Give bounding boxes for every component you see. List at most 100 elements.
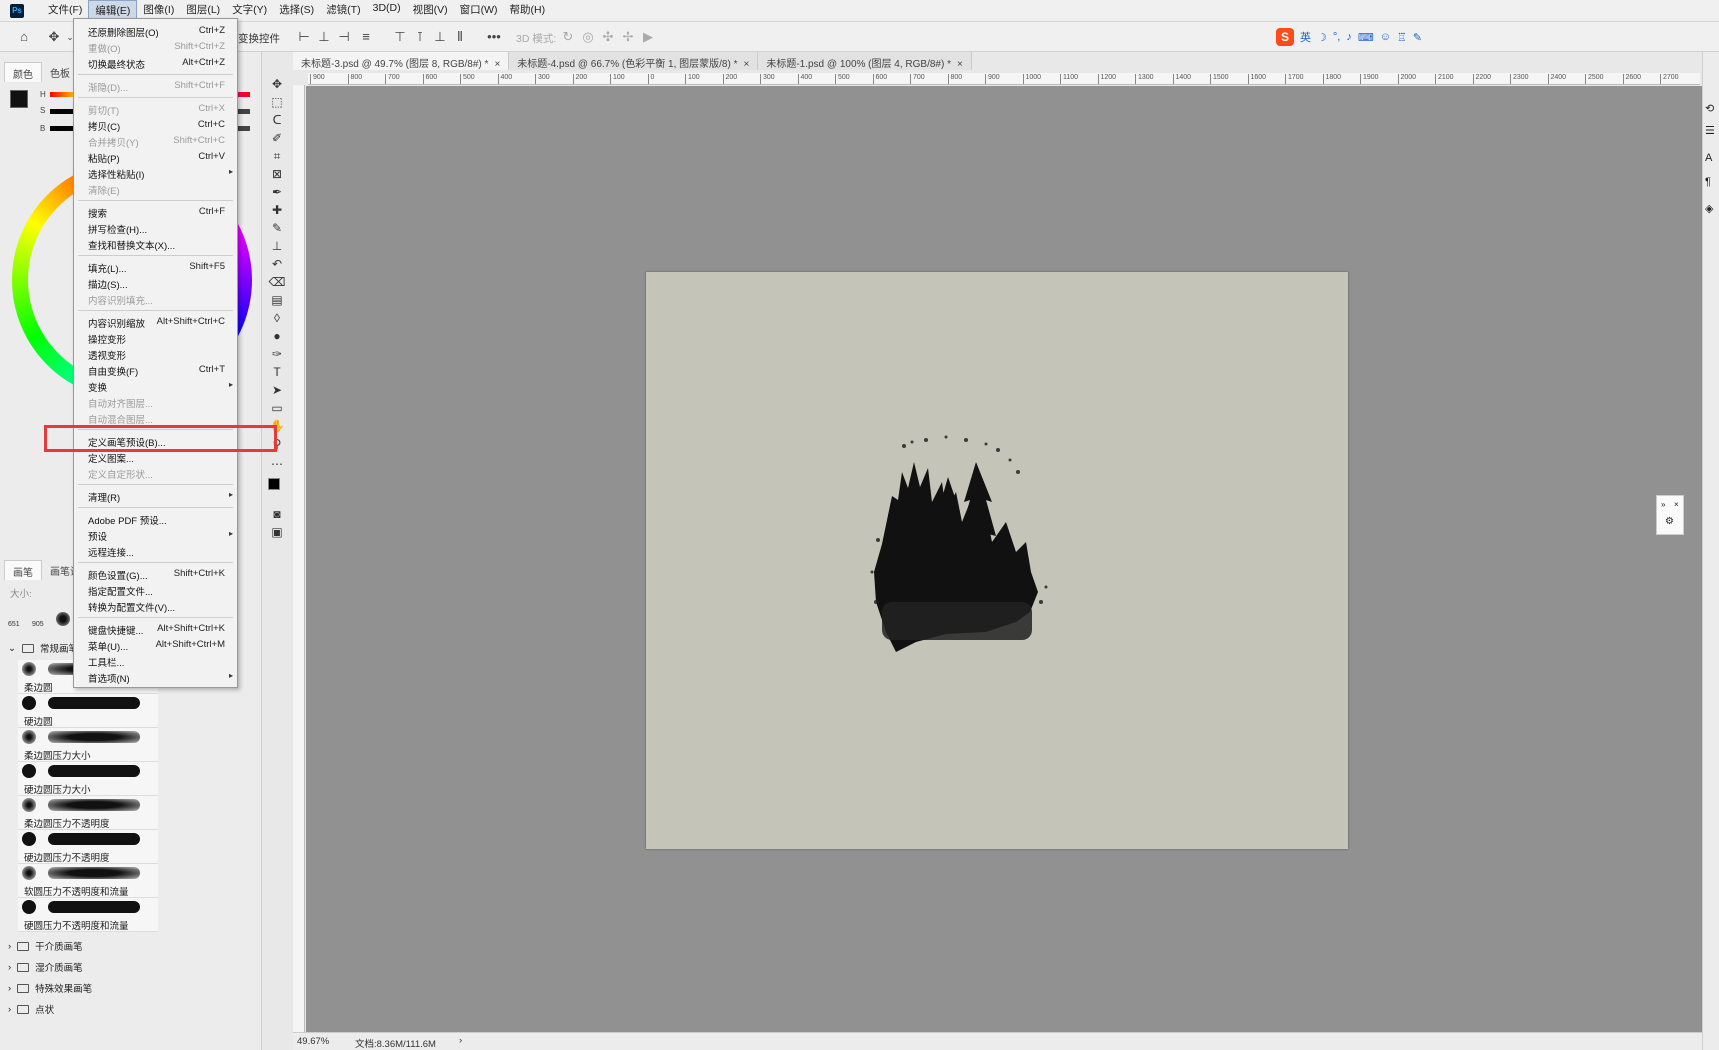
status-arrow-icon[interactable]: › [459, 1035, 462, 1046]
menu-item[interactable]: 自由变换(F) Ctrl+T [74, 362, 237, 378]
canvas-area[interactable] [306, 86, 1702, 1032]
ime-language-toggle[interactable]: 英 [1300, 29, 1311, 45]
screen-mode-icon[interactable]: ▣ [268, 523, 286, 541]
doc-tab-0[interactable]: 未标题-3.psd @ 49.7% (图层 8, RGB/8#) * × [293, 52, 510, 70]
wrench-icon[interactable]: ✎ [1413, 31, 1422, 44]
menu-item[interactable]: 指定配置文件... [74, 582, 237, 598]
dodge-tool-icon[interactable]: ● [268, 327, 286, 345]
menu-5[interactable]: 选择(S) [273, 0, 320, 21]
menu-item[interactable]: Adobe PDF 预设... [74, 511, 237, 527]
brush-preset-item[interactable]: 柔边圆压力大小 [18, 728, 158, 762]
distribute-vertical-icon[interactable]: ⦀ [452, 29, 468, 45]
photoshop-logo-icon[interactable]: Ps [10, 3, 24, 18]
brush-folder[interactable]: › 特殊效果画笔 [8, 978, 248, 998]
doc-tab-1[interactable]: 未标题-4.psd @ 66.7% (色彩平衡 1, 图层蒙版/8) * × [509, 52, 759, 70]
brush-preset-item[interactable]: 柔边圆压力不透明度 [18, 796, 158, 830]
zoom-level[interactable]: 49.67% [297, 1036, 329, 1047]
expand-icon[interactable]: » [1661, 500, 1665, 509]
menu-item[interactable]: 转换为配置文件(V)... [74, 598, 237, 614]
eyedropper-tool-icon[interactable]: ✒ [268, 183, 286, 201]
lasso-tool-icon[interactable]: ᑕ [268, 111, 286, 129]
menu-item[interactable]: 拷贝(C) Ctrl+C [74, 117, 237, 133]
brush-preset-item[interactable]: 软圆压力不透明度和流量 [18, 864, 158, 898]
menu-item[interactable]: 键盘快捷键... Alt+Shift+Ctrl+K [74, 621, 237, 637]
skin-icon[interactable]: ♖ [1397, 31, 1407, 44]
history-icon[interactable]: ⟲ [1705, 102, 1714, 115]
paragraph-icon[interactable]: ¶ [1705, 176, 1711, 188]
close-icon[interactable]: × [743, 59, 749, 70]
brush-preset-item[interactable]: 硬边圆 [18, 694, 158, 728]
3d-pan-icon[interactable]: ✣ [600, 29, 616, 45]
menu-9[interactable]: 窗口(W) [454, 0, 504, 21]
brush-preset-905[interactable]: 905 [32, 610, 48, 630]
menu-item[interactable]: 粘贴(P) Ctrl+V [74, 149, 237, 165]
healing-tool-icon[interactable]: ✚ [268, 201, 286, 219]
menu-item[interactable]: 预设 ▸ [74, 527, 237, 543]
3d-camera-icon[interactable]: ▶ [640, 29, 656, 45]
quick-select-tool-icon[interactable]: ✐ [268, 129, 286, 147]
brush-folder[interactable]: › 湿介质画笔 [8, 957, 248, 977]
brush-preset-item[interactable]: 硬边圆压力不透明度 [18, 830, 158, 864]
menu-item[interactable]: 选择性粘贴(I) ▸ [74, 165, 237, 181]
properties-icon[interactable]: ⚙ [1665, 516, 1674, 527]
brush-preset-item[interactable]: 硬边圆压力大小 [18, 762, 158, 796]
keyboard-icon[interactable]: ⌨ [1358, 31, 1374, 44]
sogou-logo-icon[interactable]: S [1276, 28, 1294, 46]
tab-brushes[interactable]: 画笔 [4, 560, 42, 580]
align-middle-icon[interactable]: ⊺ [412, 29, 428, 45]
close-icon[interactable]: × [957, 59, 963, 70]
menu-item[interactable]: 远程连接... [74, 543, 237, 559]
align-bottom-icon[interactable]: ⊥ [432, 29, 448, 45]
more-tools-icon[interactable]: ⋯ [268, 455, 286, 473]
home-icon[interactable]: ⌂ [16, 29, 32, 45]
3d-roll-icon[interactable]: ◎ [580, 29, 596, 45]
menu-7[interactable]: 3D(D) [367, 0, 407, 21]
menu-item[interactable]: 菜单(U)... Alt+Shift+Ctrl+M [74, 637, 237, 653]
3d-icon[interactable]: ◈ [1705, 202, 1713, 215]
menu-item[interactable]: 操控变形 [74, 330, 237, 346]
align-left-icon[interactable]: ⊢ [296, 29, 312, 45]
shape-tool-icon[interactable]: ▭ [268, 399, 286, 417]
history-brush-tool-icon[interactable]: ↶ [268, 255, 286, 273]
brush-preset-item[interactable]: 硬圆压力不透明度和流量 [18, 898, 158, 932]
menu-item[interactable]: 清理(R) ▸ [74, 488, 237, 504]
punctuation-icon[interactable]: °, [1333, 31, 1340, 43]
distribute-icon[interactable]: ≡ [358, 29, 374, 45]
pen-tool-icon[interactable]: ✑ [268, 345, 286, 363]
brush-preset-soft[interactable] [56, 612, 70, 626]
align-top-icon[interactable]: ⊤ [392, 29, 408, 45]
eraser-tool-icon[interactable]: ⌫ [268, 273, 286, 291]
brush-tool-icon[interactable]: ✎ [268, 219, 286, 237]
tab-color[interactable]: 颜色 [4, 62, 42, 82]
microphone-icon[interactable]: ♪ [1346, 31, 1352, 43]
menu-item[interactable]: 内容识别缩放 Alt+Shift+Ctrl+C [74, 314, 237, 330]
3d-slide-icon[interactable]: ✢ [620, 29, 636, 45]
moon-icon[interactable]: ☽ [1317, 31, 1327, 44]
crop-tool-icon[interactable]: ⌗ [268, 147, 286, 165]
menu-10[interactable]: 帮助(H) [504, 0, 552, 21]
move-tool-icon[interactable]: ✥ [46, 29, 62, 45]
align-right-icon[interactable]: ⊣ [336, 29, 352, 45]
menu-item[interactable]: 切换最终状态 Alt+Ctrl+Z [74, 55, 237, 71]
character-icon[interactable]: A [1705, 152, 1712, 164]
properties-icon[interactable]: ☰ [1705, 124, 1715, 137]
menu-6[interactable]: 滤镜(T) [320, 0, 366, 21]
brush-folder[interactable]: › 干介质画笔 [8, 936, 248, 956]
close-icon[interactable]: × [494, 59, 500, 70]
doc-tab-2[interactable]: 未标题-1.psd @ 100% (图层 4, RGB/8#) * × [758, 52, 972, 70]
foreground-color-swatch[interactable] [10, 90, 28, 108]
transform-controls-label[interactable]: 变换控件 [238, 31, 280, 46]
align-center-icon[interactable]: ⊥ [316, 29, 332, 45]
menu-item[interactable]: 搜索 Ctrl+F [74, 204, 237, 220]
menu-item[interactable]: 变换 ▸ [74, 378, 237, 394]
menu-item[interactable]: 首选项(N) ▸ [74, 669, 237, 685]
user-icon[interactable]: ☺ [1380, 31, 1391, 43]
close-icon[interactable]: × [1674, 500, 1679, 509]
menu-item[interactable]: 描边(S)... [74, 275, 237, 291]
foreground-color-icon[interactable] [268, 478, 280, 490]
move-tool-icon[interactable]: ✥ [268, 75, 286, 93]
brush-preset-651[interactable]: 651 [8, 610, 24, 630]
3d-orbit-icon[interactable]: ↻ [560, 29, 576, 45]
more-options-icon[interactable]: ••• [486, 29, 502, 45]
marquee-tool-icon[interactable]: ⬚ [268, 93, 286, 111]
